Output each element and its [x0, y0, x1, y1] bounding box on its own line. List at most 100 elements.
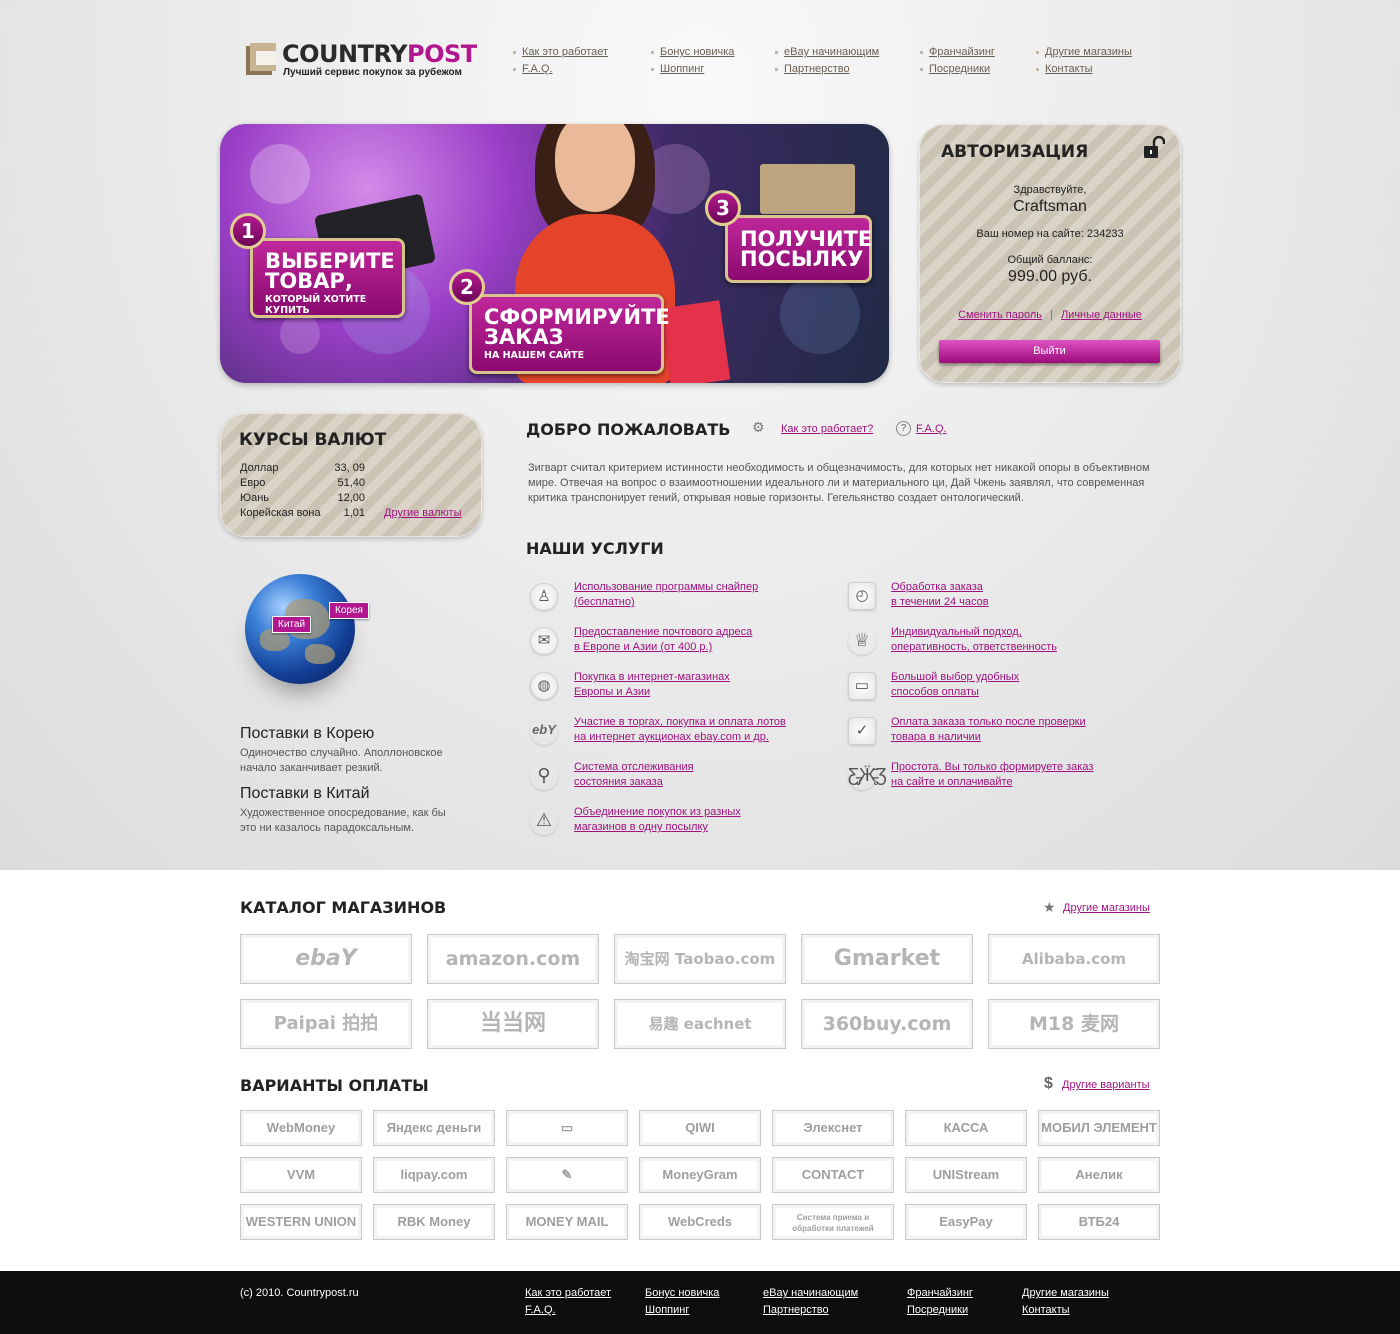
- payment-logo[interactable]: ✎: [506, 1157, 628, 1193]
- service-link[interactable]: Покупка в интернет-магазинах: [574, 671, 730, 683]
- payment-logo[interactable]: UNIStream: [905, 1157, 1027, 1193]
- payment-logo[interactable]: EasyPay: [905, 1204, 1027, 1240]
- service-link[interactable]: магазинов в одну посылку: [574, 821, 708, 833]
- rate-name: Евро: [240, 477, 266, 489]
- payment-logo[interactable]: Элекснет: [772, 1110, 894, 1146]
- service-link[interactable]: в Европе и Азии (от 400 р.): [574, 641, 712, 653]
- logout-button[interactable]: Выйти: [939, 340, 1160, 363]
- nav-other-stores[interactable]: Другие магазины: [1045, 46, 1132, 58]
- service-link[interactable]: на сайте и оплачивайте: [891, 776, 1013, 788]
- store-logo-taobao[interactable]: 淘宝网 Taobao.com: [614, 934, 786, 984]
- payment-logo[interactable]: MoneyGram: [639, 1157, 761, 1193]
- service-link[interactable]: Система отслеживания: [574, 761, 694, 773]
- change-password-link[interactable]: Сменить пароль: [958, 309, 1042, 321]
- footer-link[interactable]: Посредники: [907, 1304, 968, 1316]
- service-item: Обработка заказа в течении 24 часов: [891, 580, 1121, 610]
- auth-link-separator: |: [1050, 309, 1053, 321]
- service-link[interactable]: Предоставление почтового адреса: [574, 626, 752, 638]
- magnifier-icon: ⚲: [530, 762, 558, 790]
- service-link[interactable]: состояния заказа: [574, 776, 663, 788]
- store-logo-360buy[interactable]: 360buy.com: [801, 999, 973, 1049]
- supply-title: Поставки в Китай: [240, 785, 370, 802]
- payment-logo[interactable]: VVM: [240, 1157, 362, 1193]
- footer-link[interactable]: F.A.Q.: [525, 1304, 556, 1316]
- store-logo-ebay[interactable]: ebaY: [240, 934, 412, 984]
- auth-links: Сменить пароль | Личные данные: [919, 309, 1181, 321]
- nav-franchising[interactable]: Франчайзинг: [929, 46, 995, 58]
- service-item: Индивидуальный подход, оперативность, отв…: [891, 625, 1121, 655]
- other-stores-link[interactable]: Другие магазины: [1063, 902, 1150, 914]
- services-title: НАШИ УСЛУГИ: [526, 539, 664, 558]
- faq-link[interactable]: F.A.Q.: [916, 423, 947, 435]
- brand-name[interactable]: COUNTRYPOST: [282, 40, 477, 68]
- payment-logo[interactable]: CONTACT: [772, 1157, 894, 1193]
- footer-link[interactable]: Как это работает: [525, 1287, 611, 1299]
- footer-link[interactable]: eBay начинающим: [763, 1287, 858, 1299]
- payment-logo[interactable]: ВТБ24: [1038, 1204, 1160, 1240]
- payments-title: ВАРИАНТЫ ОПЛАТЫ: [240, 1076, 429, 1095]
- footer-link[interactable]: Шоппинг: [645, 1304, 689, 1316]
- service-link[interactable]: способов оплаты: [891, 686, 979, 698]
- payment-logo[interactable]: МОБИЛ ЭЛЕМЕНТ: [1038, 1110, 1160, 1146]
- nav-ebay-beginners[interactable]: eBay начинающим: [784, 46, 879, 58]
- service-link[interactable]: Объединение покупок из разных: [574, 806, 741, 818]
- payment-logo[interactable]: QIWI: [639, 1110, 761, 1146]
- payment-logo[interactable]: WESTERN UNION: [240, 1204, 362, 1240]
- step-2-subtitle: НА НАШЕМ САЙТЕ: [484, 350, 585, 361]
- payment-logo[interactable]: Яндекс деньги: [373, 1110, 495, 1146]
- card-icon: ▭: [848, 672, 876, 700]
- other-payments-link[interactable]: Другие варианты: [1062, 1079, 1150, 1091]
- footer-link[interactable]: Другие магазины: [1022, 1287, 1109, 1299]
- store-logo-eachnet[interactable]: 易趣 eachnet: [614, 999, 786, 1049]
- service-link[interactable]: Обработка заказа: [891, 581, 983, 593]
- service-link[interactable]: Участие в торгах, покупка и оплата лотов: [574, 716, 786, 728]
- nav-shopping[interactable]: Шоппинг: [660, 63, 704, 75]
- service-link[interactable]: Простота. Вы только формируете заказ: [891, 761, 1093, 773]
- nav-contacts[interactable]: Контакты: [1045, 63, 1093, 75]
- nav-intermediaries[interactable]: Посредники: [929, 63, 990, 75]
- nav-partnership[interactable]: Партнерство: [784, 63, 850, 75]
- rate-row: Евро 51,40: [240, 477, 365, 489]
- footer-link[interactable]: Франчайзинг: [907, 1287, 973, 1299]
- step-2-card: СФОРМИРУЙТЕ ЗАКАЗ НА НАШЕМ САЙТЕ: [469, 294, 670, 374]
- store-logo-dangdang[interactable]: 当当网: [427, 999, 599, 1049]
- store-logo-alibaba[interactable]: Alibaba.com: [988, 934, 1160, 984]
- logo-icon[interactable]: [246, 43, 276, 75]
- payment-logo[interactable]: Анелик: [1038, 1157, 1160, 1193]
- step-1-title: ВЫБЕРИТЕ ТОВАР,: [265, 249, 395, 293]
- service-link[interactable]: Европы и Азии: [574, 686, 650, 698]
- other-currencies-link[interactable]: Другие валюты: [384, 507, 461, 519]
- payment-logo[interactable]: ▭: [506, 1110, 628, 1146]
- payment-logo[interactable]: MONEY MAIL: [506, 1204, 628, 1240]
- service-link[interactable]: Индивидуальный подход,: [891, 626, 1022, 638]
- how-it-works-link[interactable]: Как это работает?: [781, 423, 873, 435]
- service-link[interactable]: (бесплатно): [574, 596, 635, 608]
- service-link[interactable]: на интернет аукционах ebay.com и др.: [574, 731, 769, 743]
- service-link[interactable]: товара в наличии: [891, 731, 981, 743]
- nav-how-it-works[interactable]: Как это работает: [522, 46, 608, 58]
- service-link[interactable]: оперативность, ответственность: [891, 641, 1057, 653]
- store-logo-amazon[interactable]: amazon.com: [427, 934, 599, 984]
- store-logo-gmarket[interactable]: Gmarket: [801, 934, 973, 984]
- personal-data-link[interactable]: Личные данные: [1061, 309, 1142, 321]
- korea-tag[interactable]: Корея: [329, 602, 369, 619]
- payment-logo[interactable]: RBK Money: [373, 1204, 495, 1240]
- store-logo-paipai[interactable]: Paipai 拍拍: [240, 999, 412, 1049]
- payment-logo[interactable]: Система приема и обработки платежей: [772, 1204, 894, 1240]
- payment-logo[interactable]: WebMoney: [240, 1110, 362, 1146]
- footer-link[interactable]: Партнерство: [763, 1304, 829, 1316]
- service-link[interactable]: Оплата заказа только после проверки: [891, 716, 1086, 728]
- store-logo-m18[interactable]: M18 麦网: [988, 999, 1160, 1049]
- payment-logo[interactable]: liqpay.com: [373, 1157, 495, 1193]
- service-link[interactable]: Использование программы снайпер: [574, 581, 758, 593]
- payment-logo[interactable]: WebCreds: [639, 1204, 761, 1240]
- service-link[interactable]: Большой выбор удобных: [891, 671, 1019, 683]
- nav-faq[interactable]: F.A.Q.: [522, 63, 553, 75]
- china-tag[interactable]: Китай: [272, 616, 312, 633]
- nav-newbie-bonus[interactable]: Бонус новичка: [660, 46, 734, 58]
- payment-logo[interactable]: КАССА: [905, 1110, 1027, 1146]
- footer-link[interactable]: Бонус новичка: [645, 1287, 719, 1299]
- footer-link[interactable]: Контакты: [1022, 1304, 1070, 1316]
- rate-name: Доллар: [240, 462, 279, 474]
- service-link[interactable]: в течении 24 часов: [891, 596, 989, 608]
